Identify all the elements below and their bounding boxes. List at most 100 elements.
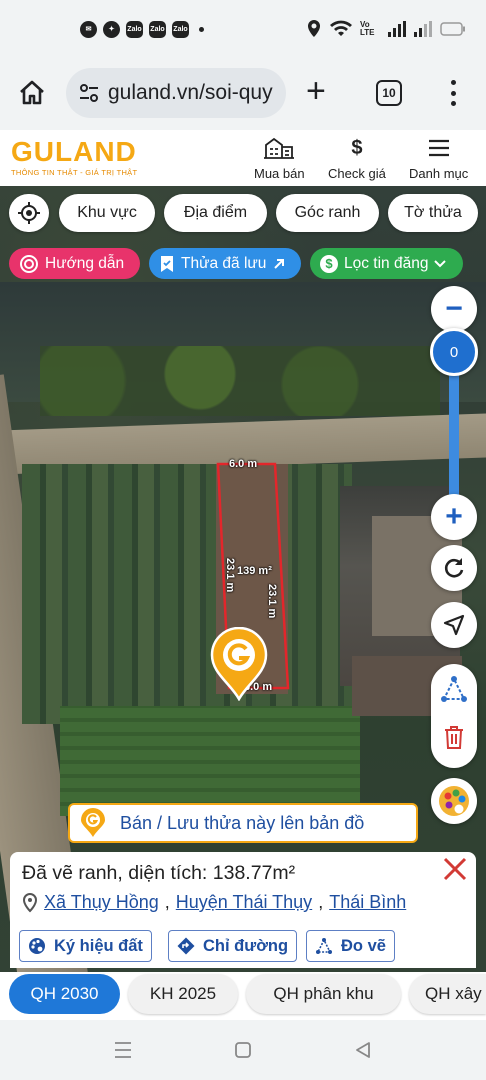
zalo-icon: Zalo	[149, 20, 166, 38]
signal-icon	[414, 21, 432, 37]
crosshair-icon	[18, 202, 40, 224]
site-settings-icon[interactable]	[78, 82, 100, 104]
wifi-icon	[330, 20, 352, 36]
nav-label: Check giá	[328, 166, 386, 181]
palette-icon	[29, 938, 45, 954]
save-parcel-label: Bán / Lưu thửa này lên bản đồ	[120, 812, 365, 833]
chip-goc-ranh[interactable]: Góc ranh	[276, 194, 379, 232]
nav-mua-ban[interactable]: Mua bán	[254, 136, 305, 181]
system-indicators: Vo LTE	[306, 19, 466, 39]
planning-layer-tabs: QH 2030 KH 2025 QH phân khu QH xây	[0, 972, 486, 1020]
navigation-arrow-icon	[443, 614, 465, 636]
draw-tools-group	[431, 664, 477, 768]
zalo-icon: Zalo	[172, 20, 189, 38]
my-location-button[interactable]	[9, 194, 49, 232]
address-bar[interactable]: guland.vn/soi-quy	[66, 68, 286, 118]
parcel-right-edge: 23.1 m	[266, 584, 278, 619]
battery-icon	[440, 22, 465, 36]
logo-tagline: THÔNG TIN THẬT - GIÁ TRỊ THẬT	[11, 168, 138, 177]
tab-qh-2030[interactable]: QH 2030	[9, 974, 120, 1014]
filter-posts-label: Lọc tin đăng	[344, 254, 429, 272]
recent-apps-icon[interactable]	[113, 1041, 133, 1059]
draw-polygon-icon[interactable]	[439, 674, 469, 704]
refresh-icon	[444, 558, 464, 578]
logo-wordmark: GULAND	[11, 136, 137, 167]
map-vegetation	[40, 346, 440, 416]
new-tab-button[interactable]: +	[306, 74, 326, 108]
zoom-control: − 0 +	[430, 286, 478, 540]
zoom-in-button[interactable]: +	[431, 494, 477, 540]
signal-icon	[388, 21, 406, 37]
status-bar: ✉ ✦ Zalo Zalo Zalo Vo LTE	[0, 0, 486, 58]
nav-label: Danh mục	[409, 166, 469, 181]
separator: ,	[164, 892, 170, 912]
zalo-icon: Zalo	[126, 20, 143, 38]
guide-label: Hướng dẫn	[45, 254, 125, 272]
parcel-left-edge: 23.1 m	[224, 558, 236, 593]
navigate-button[interactable]	[431, 602, 477, 648]
tab-qh-phan-khu[interactable]: QH phân khu	[246, 974, 401, 1014]
url-text[interactable]: guland.vn/soi-quy	[108, 81, 273, 105]
parcel-location: Xã Thụy Hồng, Huyện Thái Thụy, Thái Bình	[22, 892, 406, 913]
guide-button[interactable]: Hướng dẫn	[9, 248, 140, 279]
building-icon	[264, 136, 295, 160]
saved-label: Thửa đã lưu	[181, 254, 267, 272]
volte-label: Vo LTE	[360, 20, 375, 37]
map-fields	[60, 706, 360, 816]
tab-switcher-button[interactable]: 10	[376, 80, 402, 106]
commune-link[interactable]: Xã Thụy Hồng	[44, 892, 159, 913]
land-symbol-label: Ký hiệu đất	[54, 936, 143, 955]
directions-button[interactable]: Chỉ đường	[168, 930, 298, 962]
guland-pin-icon	[81, 808, 105, 837]
land-symbol-button[interactable]: Ký hiệu đất	[19, 930, 152, 962]
close-icon[interactable]	[440, 854, 470, 884]
filter-posts-button[interactable]: $ Lọc tin đăng	[310, 248, 463, 279]
zoom-level[interactable]: 0	[430, 328, 478, 376]
chip-dia-diem[interactable]: Địa điểm	[164, 194, 267, 232]
directions-label: Chỉ đường	[203, 936, 289, 955]
saved-parcels-button[interactable]: Thửa đã lưu	[149, 248, 301, 279]
home-button-icon[interactable]	[234, 1041, 252, 1059]
nav-label: Mua bán	[254, 166, 305, 181]
messenger-icon: ✦	[103, 20, 120, 38]
dollar-icon: $	[351, 136, 363, 159]
bookmark-icon	[161, 255, 173, 272]
color-palette-button[interactable]	[431, 778, 477, 824]
external-link-icon	[274, 258, 285, 269]
zoom-out-button[interactable]: −	[431, 286, 477, 332]
chevron-down-icon	[434, 259, 447, 267]
save-parcel-to-map-button[interactable]: Bán / Lưu thửa này lên bản đồ	[68, 803, 418, 843]
chip-khu-vuc[interactable]: Khu vực	[59, 194, 155, 232]
browser-menu-button[interactable]	[447, 80, 459, 106]
district-link[interactable]: Huyện Thái Thụy	[176, 892, 312, 913]
measure-label: Đo vẽ	[341, 936, 386, 955]
dollar-circle-icon: $	[320, 254, 338, 273]
parcel-info-panel: Đã vẽ ranh, diện tích: 138.77m² Xã Thụy …	[10, 852, 476, 968]
trash-icon[interactable]	[442, 724, 466, 750]
site-header: GULAND THÔNG TIN THẬT - GIÁ TRỊ THẬT Mua…	[0, 130, 486, 186]
nav-danh-muc[interactable]: Danh mục	[409, 136, 468, 181]
measure-icon	[316, 938, 332, 954]
zoom-slider-track[interactable]	[449, 356, 459, 506]
location-pin-icon	[22, 892, 38, 912]
filter-chip-row: Khu vực Địa điểm Góc ranh Tờ thửa	[0, 194, 486, 234]
parcel-area-title: Đã vẽ ranh, diện tích: 138.77m²	[22, 862, 296, 884]
map-marker-icon[interactable]	[210, 627, 268, 701]
separator: ,	[318, 892, 324, 912]
chip-to-thua[interactable]: Tờ thửa	[388, 194, 478, 232]
province-link[interactable]: Thái Bình	[329, 892, 406, 913]
tab-kh-2025[interactable]: KH 2025	[128, 974, 238, 1014]
tab-qh-xay-dung[interactable]: QH xây	[409, 974, 486, 1014]
guland-logo[interactable]: GULAND THÔNG TIN THẬT - GIÁ TRỊ THẬT	[11, 136, 138, 178]
home-icon[interactable]	[17, 78, 47, 108]
parcel-area-label: 139 m²	[237, 565, 272, 577]
nav-check-gia[interactable]: $ Check giá	[328, 136, 386, 182]
browser-toolbar: guland.vn/soi-quy + 10	[0, 58, 486, 130]
menu-icon	[427, 136, 451, 160]
messenger-icon: ✉	[80, 20, 97, 38]
parcel-top-edge: 6.0 m	[229, 458, 258, 470]
refresh-button[interactable]	[431, 545, 477, 591]
back-icon[interactable]	[354, 1041, 372, 1059]
more-notifications-dot	[199, 26, 204, 32]
measure-button[interactable]: Đo vẽ	[306, 930, 395, 962]
